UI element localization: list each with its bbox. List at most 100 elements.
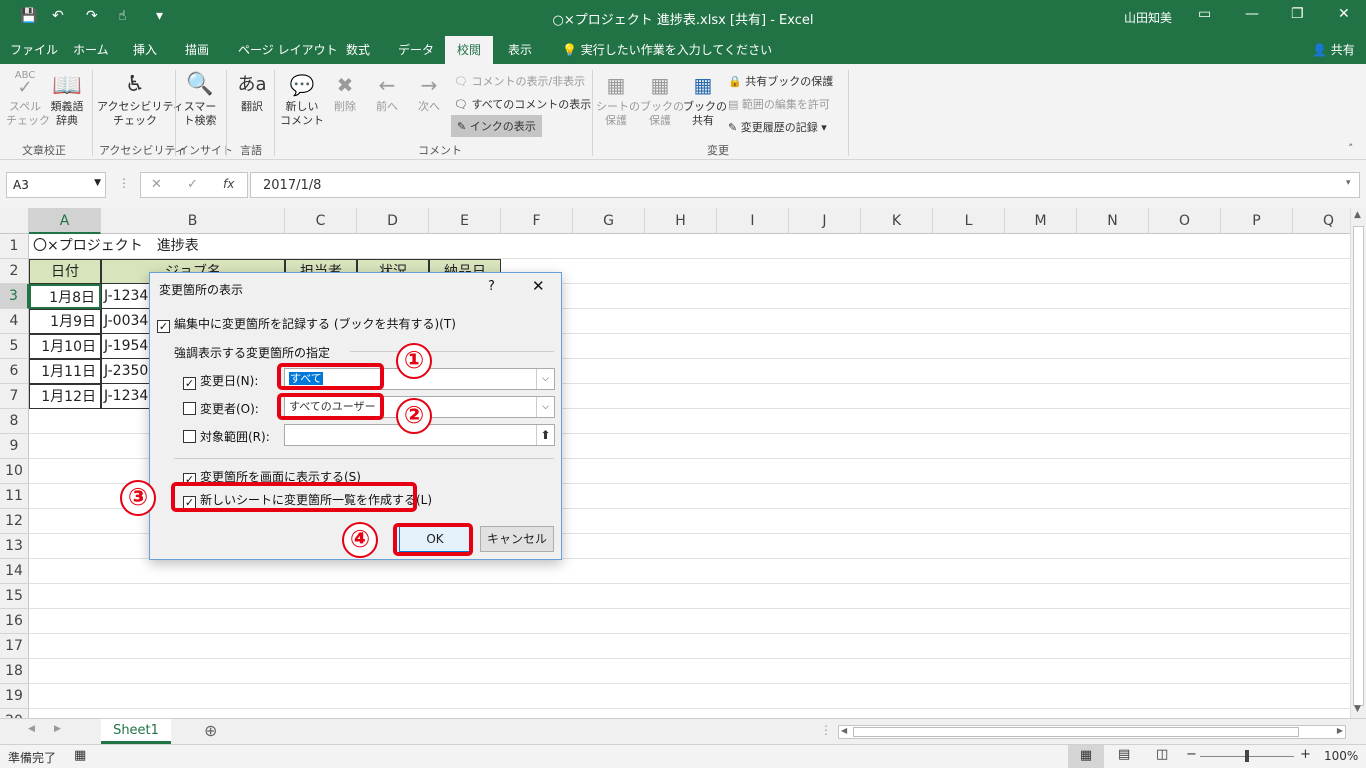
collapse-ribbon-icon[interactable]: ˄ (1348, 142, 1354, 155)
column-header[interactable]: A (29, 208, 101, 234)
row-header[interactable]: 15 (0, 584, 29, 609)
tab-review[interactable]: 校閲 (445, 36, 494, 64)
row-header[interactable]: 20 (0, 709, 29, 718)
column-header[interactable]: J (789, 208, 861, 234)
previous-comment-button[interactable]: ← 前へ (370, 70, 404, 114)
header-cell-date[interactable]: 日付 (29, 259, 101, 284)
close-icon[interactable]: ✕ (1338, 6, 1350, 22)
tab-view[interactable]: 表示 (508, 41, 532, 58)
select-all[interactable] (0, 208, 29, 234)
show-all-comments-button[interactable]: 🗨 すべてのコメントの表示 (454, 96, 591, 112)
ribbon-display-icon[interactable]: ▭ (1198, 6, 1211, 22)
column-header[interactable]: D (357, 208, 429, 234)
track-changes-button[interactable]: ✎ 変更履歴の記録 ▾ (728, 119, 827, 135)
zoom-level[interactable]: 100% (1324, 749, 1358, 763)
checkbox-checked-icon[interactable]: ✓ (183, 377, 196, 390)
spelling-button[interactable]: ABC ✓ スペル チェック (6, 70, 50, 128)
insert-function-icon[interactable]: fx (223, 177, 234, 191)
who-checkbox[interactable]: 変更者(O): (183, 400, 259, 417)
tab-page-layout[interactable]: ページ レイアウト (238, 41, 338, 58)
column-header[interactable]: K (861, 208, 933, 234)
scroll-thumb[interactable] (1353, 226, 1364, 706)
row-header[interactable]: 6 (0, 359, 29, 384)
row-header[interactable]: 1 (0, 234, 29, 259)
column-header[interactable]: N (1077, 208, 1149, 234)
row-header[interactable]: 11 (0, 484, 29, 509)
scroll-tabs-left-icon[interactable]: ◀ (28, 724, 35, 734)
column-header[interactable]: B (101, 208, 285, 234)
row-header[interactable]: 12 (0, 509, 29, 534)
scroll-right-icon[interactable]: ▶ (1337, 726, 1343, 735)
normal-view-icon[interactable]: ▦ (1068, 745, 1104, 768)
name-box[interactable]: A3 ▼ (6, 172, 106, 198)
accessibility-button[interactable]: ♿ アクセシビリティ チェック (97, 70, 184, 128)
when-checkbox[interactable]: ✓ 変更日(N): (183, 372, 258, 390)
row-header[interactable]: 16 (0, 609, 29, 634)
column-header[interactable]: F (501, 208, 573, 234)
cancel-button[interactable]: キャンセル (480, 526, 554, 552)
row-header[interactable]: 8 (0, 409, 29, 434)
date-cell[interactable]: 1月8日 (29, 284, 101, 309)
tell-me-box[interactable]: 💡 実行したい作業を入力してください (562, 41, 772, 58)
show-hide-comment-button[interactable]: 🗨 コメントの表示/非表示 (454, 73, 585, 89)
vertical-scrollbar[interactable]: ▲ ▼ (1350, 208, 1366, 718)
formula-input[interactable]: 2017/1/8 (250, 172, 1360, 198)
tab-data[interactable]: データ (398, 41, 434, 58)
date-cell[interactable]: 1月12日 (29, 384, 101, 409)
minimize-icon[interactable]: — (1245, 6, 1259, 22)
date-cell[interactable]: 1月9日 (29, 309, 101, 334)
date-cell[interactable]: 1月11日 (29, 359, 101, 384)
scroll-tabs-right-icon[interactable]: ▶ (54, 724, 61, 734)
share-button[interactable]: 👤 共有 (1312, 41, 1355, 58)
column-header[interactable]: I (717, 208, 789, 234)
share-workbook-button[interactable]: ▦ ブックの 共有 (683, 70, 727, 128)
tab-file[interactable]: ファイル (10, 41, 58, 58)
row-header[interactable]: 14 (0, 559, 29, 584)
column-header[interactable]: H (645, 208, 717, 234)
column-header[interactable]: Q (1293, 208, 1350, 234)
column-header[interactable]: E (429, 208, 501, 234)
column-header[interactable]: P (1221, 208, 1293, 234)
scroll-left-icon[interactable]: ◀ (841, 726, 847, 735)
checkbox-unchecked-icon[interactable] (183, 402, 196, 415)
row-header[interactable]: 5 (0, 334, 29, 359)
allow-edit-ranges-button[interactable]: ▤ 範囲の編集を許可 (728, 96, 830, 112)
sheet-tab-sheet1[interactable]: Sheet1 (101, 719, 171, 744)
show-ink-button[interactable]: ✎ インクの表示 (451, 115, 542, 137)
horizontal-scrollbar[interactable]: ◀ ▶ (838, 725, 1346, 739)
thesaurus-button[interactable]: 📖 類義語 辞典 (48, 70, 86, 128)
translate-button[interactable]: あa 翻訳 (234, 70, 270, 114)
next-comment-button[interactable]: → 次へ (412, 70, 446, 114)
chevron-down-icon[interactable]: ▼ (94, 178, 101, 188)
row-header[interactable]: 17 (0, 634, 29, 659)
column-header[interactable]: G (573, 208, 645, 234)
smart-lookup-button[interactable]: 🔍 スマー ト検索 (180, 70, 220, 128)
row-header[interactable]: 2 (0, 259, 29, 284)
column-header[interactable]: O (1149, 208, 1221, 234)
chevron-down-icon[interactable]: ⌵ (536, 369, 554, 389)
user-name[interactable]: 山田知美 (1124, 9, 1172, 26)
delete-comment-button[interactable]: ✖ 削除 (328, 70, 362, 114)
cancel-icon[interactable]: ✕ (151, 177, 162, 192)
track-changes-checkbox[interactable]: ✓ 編集中に変更箇所を記録する (ブックを共有する)(T) (157, 315, 456, 333)
zoom-slider-thumb[interactable] (1245, 750, 1249, 762)
zoom-in-icon[interactable]: + (1300, 747, 1311, 762)
where-checkbox[interactable]: 対象範囲(R): (183, 428, 270, 445)
new-comment-button[interactable]: 💬 新しい コメント (280, 70, 324, 128)
row-header[interactable]: 13 (0, 534, 29, 559)
protect-workbook-button[interactable]: ▦ ブックの 保護 (640, 70, 684, 128)
row-header[interactable]: 3 (0, 284, 29, 309)
add-sheet-icon[interactable]: ⊕ (204, 721, 217, 740)
date-cell[interactable]: 1月10日 (29, 334, 101, 359)
row-header[interactable]: 7 (0, 384, 29, 409)
scroll-up-icon[interactable]: ▲ (1354, 210, 1361, 220)
column-header[interactable]: M (1005, 208, 1077, 234)
tab-home[interactable]: ホーム (73, 41, 109, 58)
checkbox-unchecked-icon[interactable] (183, 430, 196, 443)
column-header[interactable]: L (933, 208, 1005, 234)
scroll-down-icon[interactable]: ▼ (1354, 704, 1361, 714)
page-break-view-icon[interactable]: ◫ (1156, 747, 1168, 762)
row-header[interactable]: 9 (0, 434, 29, 459)
zoom-out-icon[interactable]: − (1186, 747, 1197, 762)
tab-insert[interactable]: 挿入 (133, 41, 157, 58)
